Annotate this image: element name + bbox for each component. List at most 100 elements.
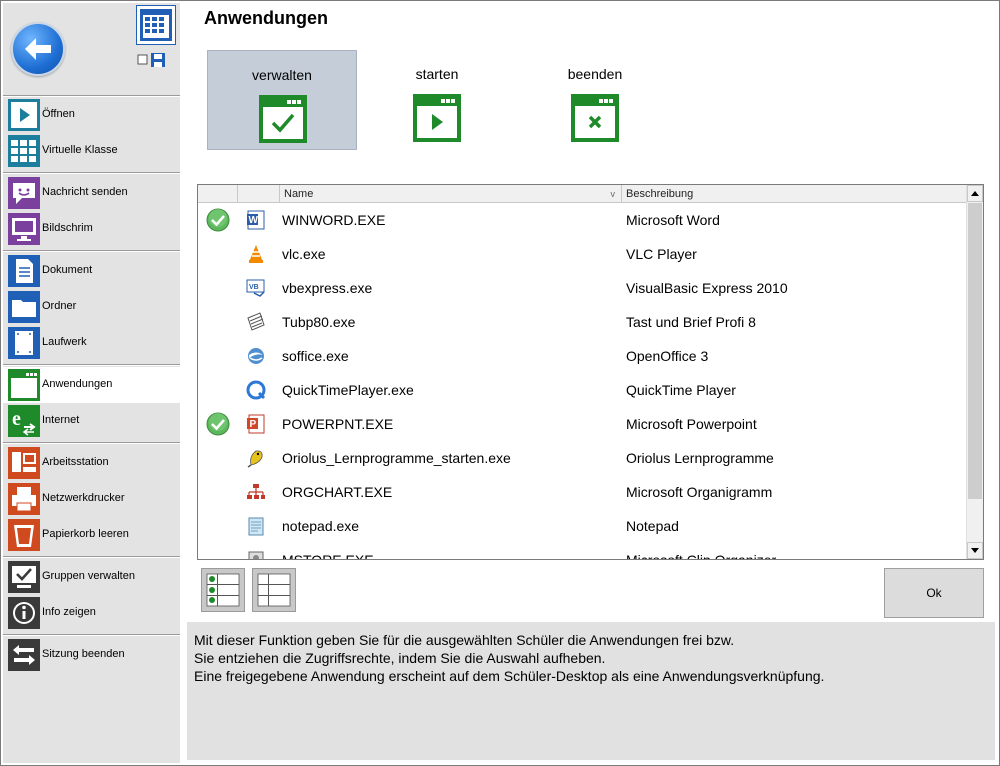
app-name: vlc.exe [282,246,326,262]
save-layout-control[interactable] [137,52,169,68]
sidebar-item-laufwerk[interactable]: Laufwerk [3,325,180,361]
list-view-icon [257,573,291,607]
sidebar-item-oeffnen[interactable]: Öffnen [3,97,180,133]
sidebar-item-papierkorb-leeren[interactable]: Papierkorb leeren [3,517,180,553]
table-row[interactable]: Oriolus_Lernprogramme_starten.exe Oriolus… [198,441,966,475]
app-name: soffice.exe [282,348,349,364]
oriolus-icon [247,450,263,468]
class-grid-button[interactable] [136,5,176,45]
application-list[interactable]: Name v Beschreibung W WINWORD.EXE Microsof… [197,184,984,560]
unchecked-cell[interactable] [206,548,230,560]
unchecked-cell[interactable] [206,480,230,504]
column-header-check[interactable] [198,185,238,202]
vb-icon: VB [246,279,265,297]
sidebar-item-anwendungen[interactable]: Anwendungen [3,367,180,403]
app-description: OpenOffice 3 [626,348,709,364]
save-icon [151,53,165,67]
scroll-thumb[interactable] [968,203,982,499]
sidebar-item-bildschrim[interactable]: Bildschrim [3,211,180,247]
table-row[interactable]: W WINWORD.EXE Microsoft Word [198,203,966,237]
sidebar-item-label: Laufwerk [42,336,87,348]
sidebar-item-label: Nachricht senden [42,186,128,198]
column-header-beschreibung[interactable]: Beschreibung [622,185,966,202]
table-row[interactable]: P POWERPNT.EXE Microsoft Powerpoint [198,407,966,441]
sidebar-item-label: Info zeigen [42,606,96,618]
sidebar-item-nachricht-senden[interactable]: Nachricht senden [3,175,180,211]
unchecked-cell[interactable] [206,276,230,300]
sidebar-item-netzwerkdrucker[interactable]: Netzwerkdrucker [3,481,180,517]
table-row[interactable]: ORGCHART.EXE Microsoft Organigramm [198,475,966,509]
sidebar-item-internet[interactable]: e Internet [3,403,180,439]
mode-beenden-button[interactable]: beenden [520,50,670,150]
mode-starten-button[interactable]: starten [362,50,512,150]
unchecked-cell[interactable] [206,242,230,266]
page-title: Anwendungen [204,8,328,28]
view-checklist-button[interactable] [201,568,245,612]
list-header: Name v Beschreibung [198,185,966,203]
checked-circle-icon[interactable] [206,208,230,232]
checklist-view-icon [206,573,240,607]
table-row[interactable]: soffice.exe OpenOffice 3 [198,339,966,373]
app-description: Microsoft Organigramm [626,484,773,500]
sidebar-item-label: Arbeitsstation [42,456,109,468]
app-name: MSTORE.EXE [282,552,374,560]
drive-icon [8,327,40,359]
column-header-icon[interactable] [238,185,280,202]
unchecked-cell[interactable] [206,378,230,402]
application-window-icon [8,369,40,401]
sidebar-item-sitzung-beenden[interactable]: Sitzung beenden [3,637,180,673]
quicktime-icon [246,380,266,400]
vlc-icon [249,245,263,263]
info-icon [8,597,40,629]
arrow-left-icon [25,38,51,60]
ok-button[interactable]: Ok [884,568,984,618]
sidebar: Öffnen Virtuelle Klasse Nachricht senden… [3,3,180,763]
app-description: QuickTime Player [626,382,736,398]
column-header-label: Beschreibung [626,188,694,200]
checkbox-icon [137,54,148,65]
end-session-icon [8,639,40,671]
app-name: QuickTimePlayer.exe [282,382,414,398]
sidebar-item-label: Dokument [42,264,93,276]
sidebar-item-info-zeigen[interactable]: Info zeigen [3,595,180,631]
app-description: VLC Player [626,246,697,262]
scroll-down-button[interactable] [967,542,983,559]
sidebar-separator [3,364,180,366]
window-play-icon [413,94,461,142]
sidebar-item-arbeitsstation[interactable]: Arbeitsstation [3,445,180,481]
checked-circle-icon[interactable] [206,412,230,436]
svg-text:P: P [250,419,257,430]
column-header-name[interactable]: Name v [280,185,622,202]
app-name: WINWORD.EXE [282,212,386,228]
table-row[interactable]: Tubp80.exe Tast und Brief Profi 8 [198,305,966,339]
unchecked-cell[interactable] [206,514,230,538]
unchecked-cell[interactable] [206,310,230,334]
app-description: Tast und Brief Profi 8 [626,314,756,330]
unchecked-cell[interactable] [206,446,230,470]
message-icon [8,177,40,209]
vertical-scrollbar[interactable] [966,185,983,559]
mode-label: starten [415,66,459,82]
table-row[interactable]: vlc.exe VLC Player [198,237,966,271]
sidebar-item-label: Sitzung beenden [42,648,125,660]
window-check-icon [259,95,307,143]
sidebar-item-gruppen-verwalten[interactable]: Gruppen verwalten [3,559,180,595]
svg-text:VB: VB [249,284,259,291]
app-description: Microsoft Clip Organizer [626,552,777,560]
table-row[interactable]: MSTORE.EXE Microsoft Clip Organizer [198,543,966,560]
sidebar-item-label: Anwendungen [42,378,113,390]
sidebar-item-dokument[interactable]: Dokument [3,253,180,289]
sidebar-separator [3,250,180,252]
sidebar-item-ordner[interactable]: Ordner [3,289,180,325]
sidebar-item-virtuelle-klasse[interactable]: Virtuelle Klasse [3,133,180,169]
view-grid-button[interactable] [252,568,296,612]
table-row[interactable]: QuickTimePlayer.exe QuickTime Player [198,373,966,407]
table-row[interactable]: notepad.exe Notepad [198,509,966,543]
back-button[interactable] [11,22,65,76]
sidebar-item-label: Papierkorb leeren [42,528,129,540]
scroll-up-button[interactable] [967,185,983,202]
sidebar-item-label: Netzwerkdrucker [42,492,125,504]
unchecked-cell[interactable] [206,344,230,368]
mode-verwalten-button[interactable]: verwalten [207,50,357,150]
table-row[interactable]: VB vbexpress.exe VisualBasic Express 2010 [198,271,966,305]
